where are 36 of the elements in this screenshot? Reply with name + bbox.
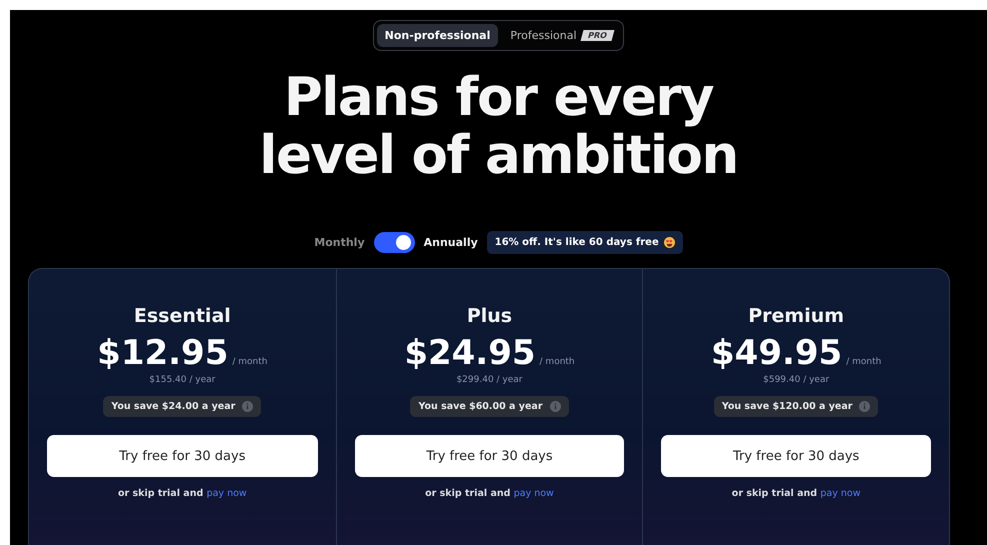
savings-text: You save $60.00 a year [418,401,542,412]
plan-price: $49.95 [711,333,842,373]
free-trial-button[interactable]: Try free for 30 days [661,435,931,477]
price-period: / month [232,357,268,367]
info-icon[interactable] [242,401,254,412]
skip-trial-text: or skip trial and pay now [732,488,861,499]
discount-text: 16% off. It's like 60 days free [494,237,659,248]
plan-type-tab[interactable]: Non-professional [376,24,498,47]
plan-type-tab[interactable]: Professional PRO [502,24,620,47]
info-icon[interactable] [550,401,560,412]
yearly-price: $299.40 / year [456,375,523,385]
price-period: / month [846,357,882,367]
savings-text: You save $24.00 a year [111,401,236,412]
yearly-price: $599.40 / year [763,375,830,385]
plan-price: $12.95 [97,333,228,373]
page-heading: Plans for every level of ambition [258,69,739,185]
free-trial-button[interactable]: Try free for 30 days [354,435,624,477]
heart-eyes-emoji-icon [664,237,675,248]
annually-label: Annually [424,236,478,249]
monthly-label: Monthly [314,236,365,249]
skip-trial-text: or skip trial and pay now [425,488,554,499]
plan-price: $24.95 [404,333,536,373]
price-period: / month [540,357,575,367]
pay-now-link[interactable]: pay now [514,488,554,499]
savings-text: You save $120.00 a year [722,401,852,412]
free-trial-button[interactable]: Try free for 30 days [47,435,318,477]
info-icon[interactable] [859,401,870,412]
yearly-price: $155.40 / year [149,375,216,385]
pro-badge: PRO [580,30,614,41]
skip-trial-text: or skip trial and pay now [118,488,247,499]
pay-now-link[interactable]: pay now [820,488,861,499]
plan-name: Essential [134,305,231,327]
billing-toggle[interactable] [374,232,415,253]
plan-name: Premium [748,305,844,327]
plan-name: Plus [466,305,512,327]
pay-now-link[interactable]: pay now [206,488,247,499]
